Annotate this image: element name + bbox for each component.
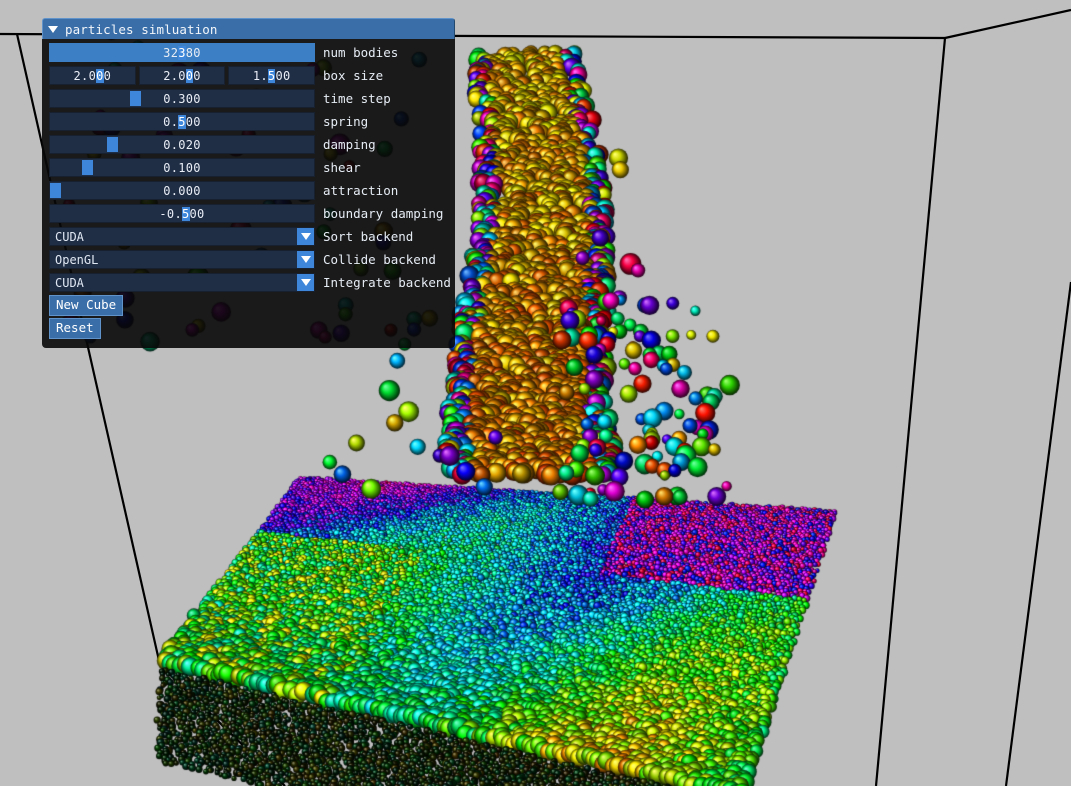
control-row-collide-backend: OpenGL Collide backend — [42, 250, 455, 269]
slider-value: 0.100 — [163, 160, 201, 175]
slider-time-step[interactable]: 0.300 — [49, 89, 315, 108]
dropdown-value: CUDA — [55, 229, 84, 244]
dropdown-collide-backend[interactable]: OpenGL — [49, 250, 315, 269]
button-row-new-cube: New Cube — [42, 295, 455, 316]
slider-value: -0. 5 00 — [159, 206, 205, 221]
control-label-sort-backend: Sort backend — [323, 229, 414, 244]
control-row-box-size: 2.0 0 0 2.0 0 0 1. 5 00 box size — [42, 66, 455, 85]
slider-value: 2.0 0 0 — [73, 68, 112, 83]
slider-spring[interactable]: 0. 5 00 — [49, 112, 315, 131]
slider-damping[interactable]: 0.020 — [49, 135, 315, 154]
slider-value: 32 3 80 — [163, 45, 201, 60]
control-label-attraction: attraction — [323, 183, 399, 198]
control-label-collide-backend: Collide backend — [323, 252, 436, 267]
control-label-boundary-damping: boundary damping — [323, 206, 444, 221]
dropdown-sort-backend[interactable]: CUDA — [49, 227, 315, 246]
slider-value: 0.000 — [163, 183, 201, 198]
slider-box-size-1[interactable]: 2.0 0 0 — [138, 66, 226, 85]
control-label-damping: damping — [323, 137, 376, 152]
control-row-spring: 0. 5 00 spring — [42, 112, 455, 131]
control-row-boundary-damping: -0. 5 00 boundary damping — [42, 204, 455, 223]
buttons-list: New Cube Reset — [42, 295, 455, 339]
gui-panel: particles simluation 32 3 80 num bodies 2.0 0… — [42, 18, 455, 348]
slider-value: 0. 5 00 — [163, 114, 201, 129]
control-label-num-bodies: num bodies — [323, 45, 399, 60]
slider-shear[interactable]: 0.100 — [49, 158, 315, 177]
control-label-spring: spring — [323, 114, 369, 129]
dropdown-integrate-backend[interactable]: CUDA — [49, 273, 315, 292]
panel-body: 32 3 80 num bodies 2.0 0 0 2.0 0 0 1. 5 00 box size 0.… — [42, 39, 455, 348]
button-row-reset: Reset — [42, 318, 455, 339]
slider-value: 0.300 — [163, 91, 201, 106]
control-label-shear: shear — [323, 160, 361, 175]
chevron-down-icon[interactable] — [297, 251, 314, 268]
control-label-box-size: box size — [323, 68, 384, 83]
reset-button[interactable]: Reset — [49, 318, 101, 339]
particles-simulation-window: particles simluation 32 3 80 num bodies 2.0 0… — [0, 0, 1071, 786]
control-label-integrate-backend: Integrate backend — [323, 275, 451, 290]
slider-value: 2.0 0 0 — [163, 68, 201, 83]
caret-down-icon[interactable] — [48, 25, 58, 33]
control-row-damping: 0.020 damping — [42, 135, 455, 154]
control-row-sort-backend: CUDA Sort backend — [42, 227, 455, 246]
dropdown-value: OpenGL — [55, 252, 99, 267]
slider-box-size-0[interactable]: 2.0 0 0 — [49, 66, 136, 85]
dropdown-value: CUDA — [55, 275, 84, 290]
control-row-integrate-backend: CUDA Integrate backend — [42, 273, 455, 292]
chevron-down-icon[interactable] — [297, 274, 314, 291]
controls-list: 32 3 80 num bodies 2.0 0 0 2.0 0 0 1. 5 00 box size 0.… — [42, 43, 455, 292]
slider-group-box-size: 2.0 0 0 2.0 0 0 1. 5 00 — [49, 66, 316, 85]
slider-attraction[interactable]: 0.000 — [49, 181, 315, 200]
control-row-shear: 0.100 shear — [42, 158, 455, 177]
control-row-attraction: 0.000 attraction — [42, 181, 455, 200]
control-row-time-step: 0.300 time step — [42, 89, 455, 108]
chevron-down-icon[interactable] — [297, 228, 314, 245]
slider-box-size-2[interactable]: 1. 5 00 — [228, 66, 316, 85]
control-row-num-bodies: 32 3 80 num bodies — [42, 43, 455, 62]
slider-boundary-damping[interactable]: -0. 5 00 — [49, 204, 315, 223]
slider-value: 0.020 — [163, 137, 201, 152]
control-label-time-step: time step — [323, 91, 391, 106]
slider-value: 1. 5 00 — [252, 68, 291, 83]
panel-title-text: particles simluation — [65, 21, 218, 37]
panel-titlebar[interactable]: particles simluation — [42, 18, 455, 39]
new-cube-button[interactable]: New Cube — [49, 295, 124, 316]
slider-num-bodies[interactable]: 32 3 80 — [49, 43, 315, 62]
